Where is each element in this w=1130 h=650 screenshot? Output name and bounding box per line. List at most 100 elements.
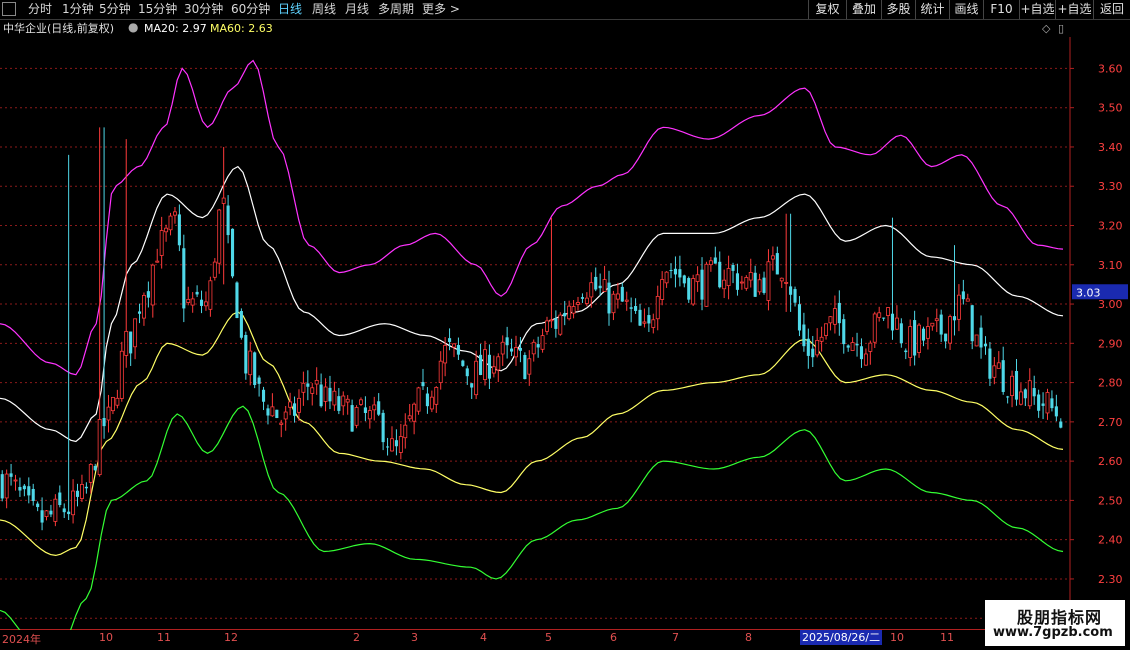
candle-body	[345, 398, 350, 403]
candle-body	[1010, 375, 1015, 396]
candle-body	[141, 294, 146, 319]
candle-body	[784, 281, 789, 284]
candle-body	[832, 308, 837, 325]
candle-body	[9, 473, 13, 477]
window-toggle-icon[interactable]: ▯	[1058, 22, 1064, 35]
panel-toggle-icon[interactable]	[2, 2, 16, 16]
kline-chart[interactable]: 3.60 3.50 3.40 3.30 3.20 3.10 3.00 2.90 2.80 2.70…	[0, 37, 1130, 630]
candle-body	[678, 269, 682, 278]
price-tick-label: 2.60	[1098, 455, 1123, 468]
candle-body	[695, 274, 700, 282]
candle-body	[939, 314, 943, 335]
tab-5min[interactable]: 5分钟	[99, 2, 131, 16]
adjust-button[interactable]: 复权	[808, 0, 846, 19]
candle-body	[536, 344, 540, 348]
candle-body	[456, 345, 460, 355]
tab-60min[interactable]: 60分钟	[231, 2, 270, 16]
candle-body	[735, 273, 740, 290]
candle-body	[828, 316, 833, 324]
settings-icon[interactable]: ●	[128, 21, 138, 34]
candle-body	[757, 279, 762, 293]
cursor-date-label: 2025/08/26/二	[800, 630, 883, 645]
candle-body	[49, 510, 53, 515]
watermark-url: www.7gpzb.com	[993, 625, 1113, 640]
candle-body	[164, 227, 169, 233]
candle-body	[882, 317, 886, 319]
candle-body	[642, 321, 647, 324]
tab-multi-period[interactable]: 多周期	[378, 2, 414, 16]
candle-body	[1027, 380, 1032, 407]
candle-body	[253, 352, 257, 385]
candle-body	[434, 387, 439, 405]
date-label: 10	[890, 631, 904, 644]
candle-body	[615, 293, 620, 300]
back-button[interactable]: 返回	[1093, 0, 1130, 19]
candle-body	[886, 307, 890, 316]
candle-body	[297, 397, 301, 413]
add-favorite-button[interactable]: +自选	[1055, 0, 1093, 19]
candle-body	[850, 342, 855, 351]
candle-body	[651, 319, 656, 328]
candle-body	[1032, 388, 1036, 397]
candle-body	[811, 348, 815, 358]
diamond-icon[interactable]: ◇	[1042, 22, 1050, 35]
price-tick-label: 3.60	[1098, 62, 1123, 75]
candle-body	[983, 343, 988, 347]
candle-body	[470, 383, 474, 388]
price-tick-label: 3.40	[1098, 141, 1123, 154]
tab-30min[interactable]: 30分钟	[184, 2, 223, 16]
candle-body	[1045, 392, 1050, 414]
candle-body	[567, 305, 572, 320]
tab-weekly[interactable]: 周线	[312, 2, 336, 16]
candle-body	[558, 314, 563, 335]
candle-body	[1001, 360, 1005, 392]
candle-body	[425, 393, 429, 407]
tab-15min[interactable]: 15分钟	[138, 2, 177, 16]
tab-monthly[interactable]: 月线	[345, 2, 369, 16]
candle-body	[155, 260, 160, 263]
multi-stock-button[interactable]: 多股	[881, 0, 915, 19]
f10-button[interactable]: F10	[983, 0, 1019, 19]
candle-body	[580, 297, 584, 299]
candle-body	[79, 484, 84, 499]
date-label: 12	[224, 631, 238, 644]
candle-body	[890, 313, 895, 331]
candle-body	[988, 348, 992, 379]
tab-fenshi[interactable]: 分时	[28, 2, 52, 16]
statistics-button[interactable]: 统计	[915, 0, 949, 19]
candle-body	[505, 337, 509, 346]
draw-line-button[interactable]: 画线	[949, 0, 983, 19]
candle-body	[722, 279, 727, 290]
candle-body	[913, 320, 917, 356]
candle-body	[239, 311, 243, 338]
candle-body	[921, 328, 926, 341]
price-tick-label: 3.00	[1098, 298, 1123, 311]
candle-body	[204, 301, 208, 307]
candle-body	[961, 291, 965, 300]
tab-more[interactable]: 更多 >	[422, 2, 460, 16]
tab-daily[interactable]: 日线	[278, 2, 302, 16]
overlay-button[interactable]: 叠加	[846, 0, 881, 19]
candle-body	[217, 209, 222, 264]
ma60-label: MA60: 2.63	[210, 22, 273, 35]
candle-body	[137, 311, 142, 314]
candle-body	[438, 360, 443, 383]
candle-body	[270, 406, 275, 417]
candle-body	[319, 384, 323, 407]
candle-body	[465, 368, 469, 377]
candle-body	[1018, 391, 1023, 405]
date-label: 11	[157, 631, 171, 644]
candle-body	[168, 215, 173, 231]
mark-button[interactable]: +自选	[1019, 0, 1055, 19]
candle-body	[310, 387, 315, 394]
candle-body	[638, 309, 642, 326]
candle-body	[279, 422, 284, 425]
candle-body	[124, 330, 129, 356]
candle-body	[611, 293, 616, 314]
candle-body	[1041, 403, 1045, 406]
candle-body	[93, 465, 97, 471]
period-toolbar: 分时 1分钟 5分钟 15分钟 30分钟 60分钟 日线 周线 月线 多周期 更…	[0, 0, 1130, 20]
tab-1min[interactable]: 1分钟	[62, 2, 94, 16]
candle-body	[904, 350, 908, 353]
candle-body	[119, 350, 124, 399]
